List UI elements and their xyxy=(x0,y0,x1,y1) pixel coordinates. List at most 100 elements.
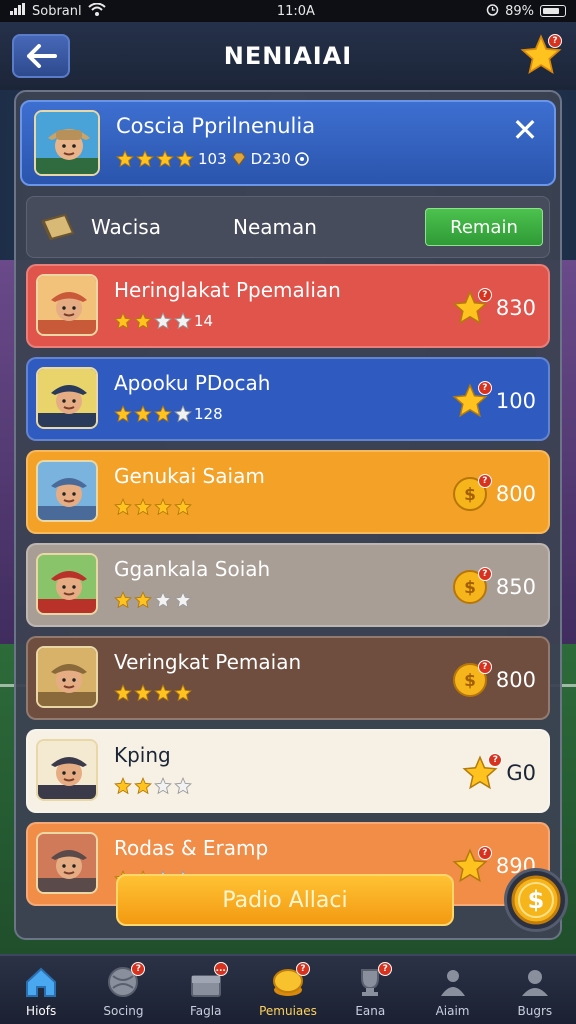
notification-badge: ? xyxy=(477,381,492,395)
rating-stars xyxy=(114,777,194,795)
star-filled-icon xyxy=(134,777,152,795)
star-filled-icon xyxy=(114,684,132,702)
notification-badge: ... xyxy=(213,962,228,976)
reward-value: 850 xyxy=(495,575,536,599)
nav-item-trophy[interactable]: ? Eana xyxy=(329,956,411,1024)
gem-icon xyxy=(232,152,246,166)
leaderboard-row[interactable]: Heringlakat Ppemalian 14 ? 830 xyxy=(26,264,550,348)
scroll-icon xyxy=(39,211,77,245)
bottom-navigation: Hiofs? Socing... Fagla? Pemuiaes? Eana A… xyxy=(0,954,576,1024)
tab-neaman[interactable]: Neaman xyxy=(233,215,317,239)
clock: 11:0A xyxy=(276,3,315,19)
dollar-coin-icon: $ xyxy=(511,875,561,925)
player-name: Ggankala Soiah xyxy=(114,557,271,581)
star-empty-icon xyxy=(174,405,192,423)
battery-icon xyxy=(540,5,566,17)
star-filled-icon xyxy=(114,591,132,609)
star-empty-icon xyxy=(154,591,172,609)
rating-value: 128 xyxy=(194,405,223,423)
arrow-left-icon xyxy=(27,44,57,68)
wifi-icon xyxy=(87,2,106,20)
star-filled-icon xyxy=(134,684,152,702)
close-button[interactable]: ✕ xyxy=(510,114,540,146)
reward: $ ? 850 xyxy=(452,567,536,605)
player-stats: 103 D230 xyxy=(116,150,309,168)
star-filled-icon xyxy=(134,498,152,516)
star-filled-icon xyxy=(136,150,154,168)
rating-stars: 14 xyxy=(114,312,213,330)
trophy-icon: ? xyxy=(352,962,393,1000)
leaderboard-row[interactable]: Apooku PDocah 128 ? 100 xyxy=(26,357,550,441)
star-empty-icon xyxy=(154,312,172,330)
player-name: Veringkat Pemaian xyxy=(114,650,302,674)
nav-item-people[interactable]: Aiaim xyxy=(411,956,493,1024)
svg-text:$: $ xyxy=(464,671,476,691)
star-empty-icon xyxy=(174,777,192,795)
signal-icon xyxy=(10,3,26,19)
star-filled-icon xyxy=(154,405,172,423)
star-filled-icon xyxy=(154,684,172,702)
player-avatar xyxy=(36,367,98,429)
carrier-name: Sobranl xyxy=(32,3,82,19)
nav-label: Fagla xyxy=(189,1004,222,1018)
star-filled-icon xyxy=(114,405,132,423)
player-name: Genukai Saiam xyxy=(114,464,265,488)
player-name: Heringlakat Ppemalian xyxy=(114,278,341,302)
nav-item-home[interactable]: Hiofs xyxy=(0,956,82,1024)
svg-text:$: $ xyxy=(464,578,476,598)
player-profile-card[interactable]: Coscia Pprilnenulia 103 D230 ✕ xyxy=(20,100,556,186)
ball-icon: ? xyxy=(105,962,146,1000)
rating-stars: 128 xyxy=(114,405,223,423)
nav-item-ball[interactable]: ? Socing xyxy=(82,956,164,1024)
notification-badge: ? xyxy=(131,962,146,976)
star-filled-icon xyxy=(174,498,192,516)
leaderboard-row[interactable]: Genukai Saiam $ ? 800 xyxy=(26,450,550,534)
notification-badge: ? xyxy=(295,962,310,976)
notification-badge: ? xyxy=(477,567,492,581)
top-header: NENIAIAI ? xyxy=(0,22,576,90)
star-filled-icon xyxy=(176,150,194,168)
claim-button[interactable]: Padio Allaci xyxy=(116,874,454,926)
people-icon xyxy=(435,964,471,1000)
tab-wacisa[interactable]: Wacisa xyxy=(91,215,161,239)
star-empty-icon xyxy=(174,312,192,330)
player-avatar xyxy=(36,553,98,615)
nav-label: Socing xyxy=(103,1004,144,1018)
profile-icon xyxy=(517,964,553,1000)
reward-icon-wrap: ? xyxy=(452,288,492,326)
rating-stars xyxy=(116,150,194,168)
nav-item-profile[interactable]: Bugrs xyxy=(494,956,576,1024)
leaderboard-row[interactable]: Kping ? G0 xyxy=(26,729,550,813)
alarm-icon xyxy=(486,3,499,20)
status-bar: Sobranl 11:0A 89% xyxy=(0,0,576,22)
reward-icon-wrap: ? xyxy=(452,846,492,884)
notification-badge: ? xyxy=(378,962,393,976)
star-filled-icon xyxy=(116,150,134,168)
leaderboard-row[interactable]: Veringkat Pemaian $ ? 800 xyxy=(26,636,550,720)
nav-item-chest[interactable]: ... Fagla xyxy=(165,956,247,1024)
nav-item-coin-stack[interactable]: ? Pemuiaes xyxy=(247,956,329,1024)
nav-label: Aiaim xyxy=(435,1004,470,1018)
player-name: Apooku PDocah xyxy=(114,371,271,395)
notification-badge: ? xyxy=(548,34,562,48)
player-avatar xyxy=(36,832,98,894)
coin-shop-button[interactable]: $ xyxy=(504,868,568,932)
close-icon: ✕ xyxy=(511,111,539,149)
leaderboard-row[interactable]: Ggankala Soiah $ ? 850 xyxy=(26,543,550,627)
reward: $ ? 800 xyxy=(452,474,536,512)
player-avatar xyxy=(36,646,98,708)
reward: ? 830 xyxy=(452,288,536,326)
star-filled-icon xyxy=(154,498,172,516)
remain-button[interactable]: Remain xyxy=(425,208,543,246)
reward-icon-wrap: ? xyxy=(462,753,503,791)
star-filled-icon xyxy=(114,777,132,795)
reward-icon-wrap: ? xyxy=(452,381,492,419)
star-filled-icon xyxy=(134,405,152,423)
star-filled-icon xyxy=(114,498,132,516)
chest-icon: ... xyxy=(188,962,228,1000)
notification-badge: ? xyxy=(477,846,492,860)
back-button[interactable] xyxy=(12,34,70,78)
nav-label: Hiofs xyxy=(26,1004,57,1018)
favorites-button[interactable]: ? xyxy=(520,34,562,76)
player-stat-a: 103 xyxy=(198,150,227,168)
